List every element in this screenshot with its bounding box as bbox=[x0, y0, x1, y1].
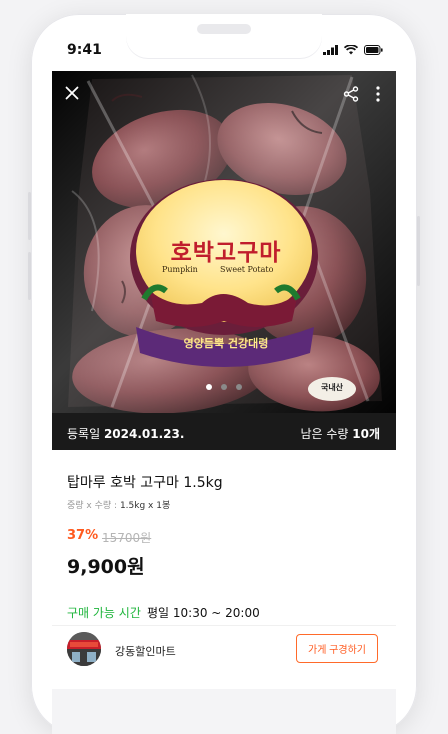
registered-date-info: 등록일 2024.01.23. bbox=[67, 425, 184, 442]
carousel-dots bbox=[52, 384, 396, 390]
phone-notch bbox=[126, 14, 322, 58]
battery-icon bbox=[364, 45, 383, 55]
wifi-icon bbox=[344, 45, 358, 55]
more-options-icon[interactable] bbox=[370, 83, 386, 105]
spec-value: 1.5kg x 1봉 bbox=[119, 501, 171, 511]
registered-date: 2024.01.23. bbox=[103, 427, 185, 441]
carousel-dot[interactable] bbox=[206, 384, 212, 390]
product-label-sub-left: Pumpkin bbox=[162, 265, 198, 274]
discount-rate: 37% bbox=[67, 528, 99, 543]
visit-store-button[interactable]: 가게 구경하기 bbox=[296, 634, 378, 663]
purchase-hours-label: 구매 가능 시간 bbox=[67, 606, 141, 620]
store-avatar[interactable] bbox=[67, 632, 101, 666]
section-divider bbox=[52, 625, 396, 626]
original-price: 15700원 bbox=[102, 531, 152, 545]
store-name[interactable]: 강동할인마트 bbox=[115, 643, 176, 659]
close-icon[interactable] bbox=[62, 83, 82, 103]
app-screen: 호박고구마 Pumpkin Sweet Potato 영양듬뿍 건강대령 국내산 bbox=[52, 71, 396, 734]
status-time: 9:41 bbox=[67, 42, 102, 58]
product-label-ribbon: 영양듬뿍 건강대령 bbox=[183, 337, 269, 350]
spec-label: 중량 x 수량 : bbox=[67, 501, 118, 511]
sale-price: 9,900원 bbox=[67, 556, 145, 578]
bottom-section bbox=[52, 689, 396, 734]
remaining-label: 남은 수량 bbox=[300, 427, 349, 441]
phone-frame: 9:41 호박고구마 Pumpkin Sweet Potato 영양듬뿍 건강대… bbox=[31, 14, 417, 734]
carousel-dot[interactable] bbox=[236, 384, 242, 390]
product-image-gallery[interactable]: 호박고구마 Pumpkin Sweet Potato 영양듬뿍 건강대령 국내산 bbox=[52, 71, 396, 413]
product-spec: 중량 x 수량 : 1.5kg x 1봉 bbox=[67, 498, 170, 511]
carousel-dot[interactable] bbox=[221, 384, 227, 390]
share-icon[interactable] bbox=[340, 83, 362, 105]
status-icons bbox=[323, 45, 383, 55]
remaining-quantity-info: 남은 수량 10개 bbox=[300, 425, 380, 442]
phone-side-button bbox=[417, 216, 420, 286]
phone-speaker bbox=[197, 24, 251, 34]
signal-icon bbox=[323, 45, 338, 55]
registered-label: 등록일 bbox=[67, 427, 101, 441]
purchase-hours-value: 평일 10:30 ~ 20:00 bbox=[147, 606, 260, 620]
remaining-value: 10개 bbox=[352, 427, 380, 441]
product-label-sub-right: Sweet Potato bbox=[220, 265, 274, 274]
product-label-name: 호박고구마 bbox=[170, 240, 282, 266]
product-info-bar: 등록일 2024.01.23. 남은 수량 10개 bbox=[52, 413, 396, 450]
product-title: 탑마루 호박 고구마 1.5kg bbox=[67, 475, 223, 491]
